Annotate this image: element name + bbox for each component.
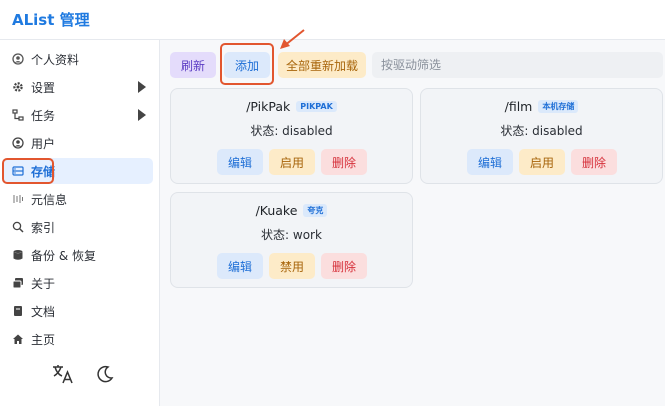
enable-button[interactable]: 启用 — [519, 149, 565, 175]
sidebar-item-docs[interactable]: 文档 — [4, 298, 153, 324]
search-icon — [11, 221, 25, 233]
storage-path: /PikPak — [246, 99, 291, 114]
user-icon — [11, 137, 25, 149]
delete-button[interactable]: 删除 — [321, 253, 367, 279]
refresh-button[interactable]: 刷新 — [170, 52, 216, 78]
sidebar-item-index[interactable]: 索引 — [4, 214, 153, 240]
sidebar-footer — [52, 364, 114, 384]
sidebar-item-meta[interactable]: 元信息 — [4, 186, 153, 212]
driver-badge: 本机存储 — [538, 100, 579, 113]
edit-button[interactable]: 编辑 — [467, 149, 513, 175]
driver-filter-input[interactable]: 按驱动筛选 — [372, 52, 663, 78]
sidebar-item-label: 个人资料 — [31, 52, 80, 67]
about-icon — [11, 277, 25, 289]
book-icon — [11, 305, 25, 317]
translate-icon[interactable] — [52, 364, 74, 384]
gear-icon — [11, 81, 25, 93]
add-highlight-box — [220, 43, 274, 85]
storage-highlight-box — [2, 158, 54, 184]
storage-status: 状态: work — [261, 228, 322, 242]
meta-icon — [11, 193, 25, 205]
sidebar-item-profile[interactable]: 个人资料 — [4, 46, 153, 72]
storage-card: /Kuake 夸克 状态: work 编辑 禁用 删除 — [170, 192, 413, 288]
sidebar-item-label: 索引 — [31, 220, 56, 235]
sidebar-item-tasks[interactable]: 任务 — [4, 102, 153, 128]
database-icon — [11, 249, 25, 261]
storage-path: /Kuake — [255, 203, 298, 218]
sidebar-item-backup[interactable]: 备份 & 恢复 — [4, 242, 153, 268]
sidebar-item-label: 用户 — [31, 136, 56, 151]
edit-button[interactable]: 编辑 — [217, 149, 263, 175]
chevron-right-icon — [138, 81, 146, 93]
sidebar: 个人资料 设置 任务 用户 存储 元信息 索引 备份 & 恢复 关于 文档 主页 — [0, 40, 160, 406]
profile-icon — [11, 53, 25, 65]
sidebar-item-label: 任务 — [31, 108, 56, 123]
dark-mode-icon[interactable] — [96, 365, 114, 383]
reload-all-button[interactable]: 全部重新加载 — [278, 52, 366, 78]
sidebar-item-label: 文档 — [31, 304, 56, 319]
sidebar-item-home[interactable]: 主页 — [4, 326, 153, 352]
driver-badge: PIKPAK — [296, 101, 337, 112]
sidebar-item-about[interactable]: 关于 — [4, 270, 153, 296]
sidebar-item-label: 备份 & 恢复 — [31, 248, 96, 263]
sidebar-item-label: 设置 — [31, 80, 56, 95]
storage-path: /film — [504, 99, 533, 114]
tasks-icon — [11, 109, 25, 121]
annotation-arrow-icon — [280, 29, 305, 49]
delete-button[interactable]: 删除 — [321, 149, 367, 175]
storage-status: 状态: disabled — [250, 124, 333, 138]
disable-button[interactable]: 禁用 — [269, 253, 315, 279]
home-icon — [11, 333, 25, 345]
sidebar-item-label: 元信息 — [31, 192, 68, 207]
storage-status: 状态: disabled — [500, 124, 583, 138]
app-title[interactable]: AList 管理 — [12, 9, 90, 30]
top-header: AList 管理 — [0, 0, 665, 40]
edit-button[interactable]: 编辑 — [217, 253, 263, 279]
storage-card: /film 本机存储 状态: disabled 编辑 启用 删除 — [420, 88, 663, 184]
sidebar-item-label: 关于 — [31, 276, 56, 291]
delete-button[interactable]: 删除 — [571, 149, 617, 175]
sidebar-item-label: 主页 — [31, 332, 56, 347]
storage-card: /PikPak PIKPAK 状态: disabled 编辑 启用 删除 — [170, 88, 413, 184]
sidebar-item-users[interactable]: 用户 — [4, 130, 153, 156]
sidebar-item-settings[interactable]: 设置 — [4, 74, 153, 100]
chevron-right-icon — [138, 109, 146, 121]
driver-badge: 夸克 — [303, 204, 328, 217]
enable-button[interactable]: 启用 — [269, 149, 315, 175]
